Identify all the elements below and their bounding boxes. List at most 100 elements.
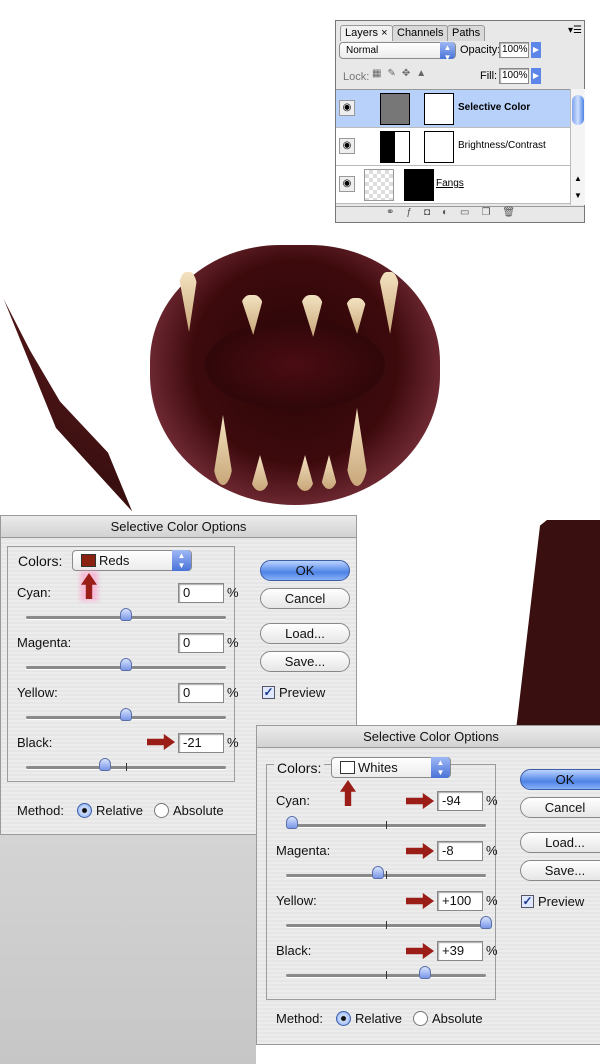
tab-paths[interactable]: Paths [447, 25, 486, 41]
color-swatch [81, 554, 96, 567]
layers-scrollbar[interactable]: ▲ ▼ [570, 89, 585, 205]
cyan-input[interactable]: 0 [178, 583, 224, 603]
absolute-radio[interactable] [154, 803, 169, 818]
ok-button[interactable]: OK [260, 560, 350, 581]
yellow-input[interactable]: 0 [178, 683, 224, 703]
yellow-slider[interactable] [286, 916, 492, 929]
load-button[interactable]: Load... [520, 832, 600, 853]
preview-label: Preview [279, 685, 326, 700]
dialog-title: Selective Color Options [257, 726, 600, 748]
lock-label: Lock: [343, 71, 370, 83]
cancel-button[interactable]: Cancel [520, 797, 600, 818]
magenta-slider[interactable] [26, 658, 226, 671]
slider-thumb[interactable] [372, 866, 384, 879]
relative-radio[interactable] [77, 803, 92, 818]
slider-center-tick [386, 971, 387, 979]
eye-icon[interactable]: ◉ [339, 138, 355, 154]
slider-thumb[interactable] [286, 816, 298, 829]
cancel-button[interactable]: Cancel [260, 588, 350, 609]
colors-value: Whites [358, 760, 398, 775]
opacity-input[interactable]: 100% [499, 42, 529, 58]
slider-thumb[interactable] [99, 758, 111, 771]
method-label: Method: [276, 1011, 323, 1026]
colors-select[interactable]: Whites ▲ ▼ [331, 757, 451, 778]
yellow-label: Yellow: [17, 685, 58, 700]
relative-label: Relative [96, 803, 143, 818]
colors-label: Colors: [15, 553, 66, 569]
slider-center-tick [386, 821, 387, 829]
gray-backdrop [0, 835, 256, 1064]
cyan-label: Cyan: [17, 585, 51, 600]
scroll-up-icon[interactable]: ▲ [574, 174, 582, 183]
relative-radio[interactable] [336, 1011, 351, 1026]
mask-thumbnail [404, 169, 434, 201]
percent-sign: % [486, 893, 498, 908]
black-slider[interactable] [286, 966, 486, 979]
layers-footer-icons[interactable]: ⚭ƒ◘◐▭❐🗑 [336, 206, 584, 222]
yellow-input[interactable]: +100 [437, 891, 483, 911]
chevron-updown-icon: ▲ ▼ [440, 42, 455, 62]
cyan-label: Cyan: [276, 793, 310, 808]
slider-thumb[interactable] [419, 966, 431, 979]
yellow-slider[interactable] [26, 708, 226, 721]
preview-checkbox[interactable]: ✓ [262, 686, 275, 699]
save-button[interactable]: Save... [260, 651, 350, 672]
colors-select[interactable]: Reds ▲ ▼ [72, 550, 192, 571]
slider-thumb[interactable] [480, 916, 492, 929]
percent-sign: % [227, 685, 239, 700]
layer-name: Selective Color [458, 102, 531, 113]
ok-button[interactable]: OK [520, 769, 600, 790]
colors-label: Colors: [274, 760, 325, 776]
eye-icon[interactable]: ◉ [339, 176, 355, 192]
magenta-input[interactable]: -8 [437, 841, 483, 861]
mask-thumbnail [424, 131, 454, 163]
fill-label: Fill: [480, 70, 498, 82]
slider-thumb[interactable] [120, 608, 132, 621]
percent-sign: % [486, 843, 498, 858]
fill-input[interactable]: 100% [499, 68, 529, 84]
percent-sign: % [486, 793, 498, 808]
layer-name: Brightness/Contrast [458, 140, 546, 151]
layer-thumbnail [364, 169, 394, 201]
slider-thumb[interactable] [120, 658, 132, 671]
preview-checkbox[interactable]: ✓ [521, 895, 534, 908]
panel-menu-icon[interactable]: ▾☰ [568, 25, 582, 36]
black-input[interactable]: +39 [437, 941, 483, 961]
lock-icons[interactable]: ▦✎✥▲ [372, 68, 436, 84]
yellow-label: Yellow: [276, 893, 317, 908]
tab-layers[interactable]: Layers × [340, 25, 393, 41]
tab-channels[interactable]: Channels [392, 25, 449, 41]
layer-selective-color[interactable]: ◉ Selective Color [336, 90, 570, 128]
magenta-slider[interactable] [286, 866, 486, 879]
layer-brightness-contrast[interactable]: ◉ Brightness/Contrast [336, 128, 570, 166]
cyan-input[interactable]: -94 [437, 791, 483, 811]
black-slider[interactable] [26, 758, 226, 771]
adjustment-thumbnail [380, 131, 410, 163]
slider-thumb[interactable] [120, 708, 132, 721]
percent-sign: % [227, 635, 239, 650]
colors-value: Reds [99, 553, 130, 568]
black-label: Black: [17, 735, 53, 750]
scrollbar-thumb[interactable] [572, 95, 584, 125]
background-right [520, 360, 600, 520]
scroll-down-icon[interactable]: ▼ [574, 191, 582, 200]
absolute-radio[interactable] [413, 1011, 428, 1026]
opacity-slider-button[interactable]: ▶ [531, 42, 541, 58]
opacity-label: Opacity: [460, 44, 501, 56]
chevron-updown-icon: ▲ ▼ [172, 550, 191, 571]
magenta-input[interactable]: 0 [178, 633, 224, 653]
blend-mode-select[interactable]: Normal ▲ ▼ [339, 42, 456, 62]
load-button[interactable]: Load... [260, 623, 350, 644]
slider-center-tick [386, 921, 387, 929]
layers-panel: Layers × Channels Paths ▾☰ Normal ▲ ▼ Opac… [335, 20, 585, 223]
chevron-updown-icon: ▲ ▼ [431, 757, 450, 778]
black-input[interactable]: -21 [178, 733, 224, 753]
save-button[interactable]: Save... [520, 860, 600, 881]
fill-slider-button[interactable]: ▶ [531, 68, 541, 84]
layer-fangs[interactable]: ◉ Fangs [336, 166, 570, 204]
tab-label: Layers [345, 27, 379, 39]
eye-icon[interactable]: ◉ [339, 100, 355, 116]
cyan-slider[interactable] [26, 608, 226, 621]
blend-mode-value: Normal [346, 45, 379, 56]
cyan-slider[interactable] [286, 816, 486, 829]
